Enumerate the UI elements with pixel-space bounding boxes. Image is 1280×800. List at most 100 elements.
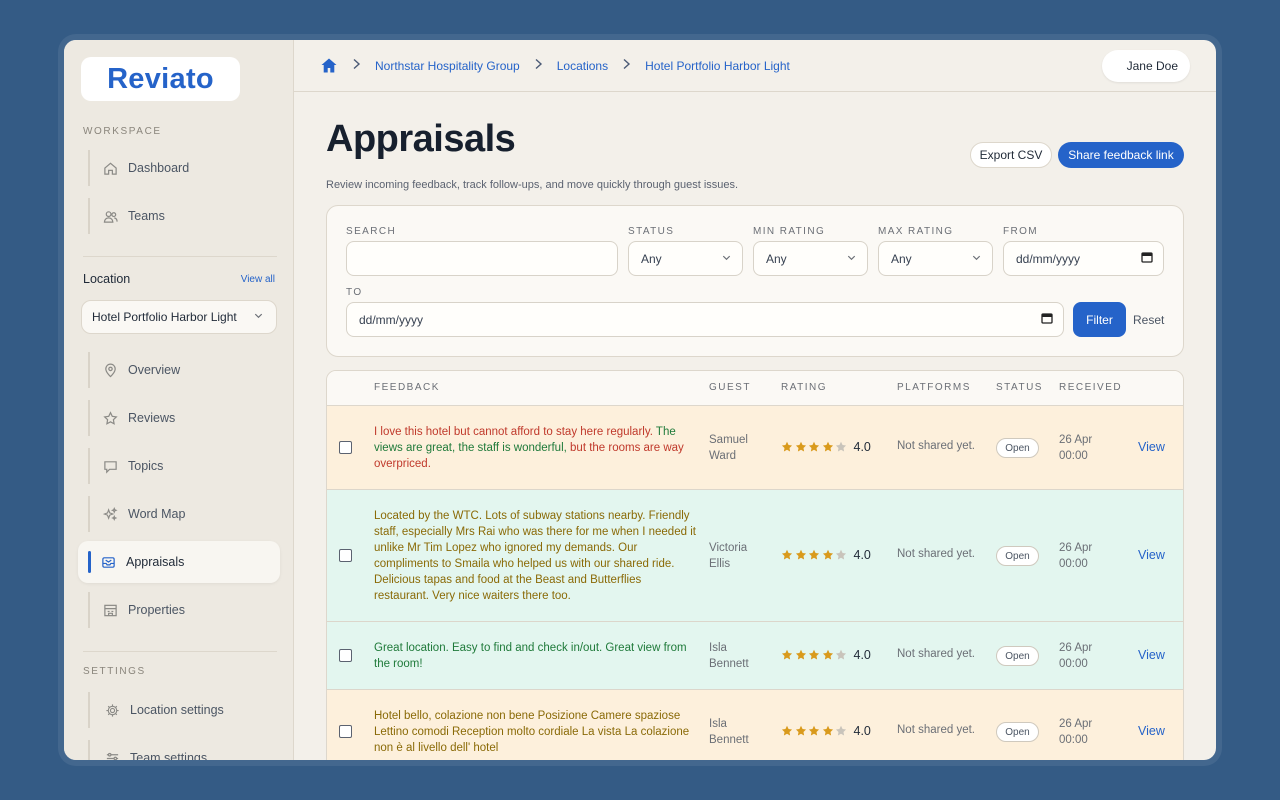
- table-row[interactable]: Great location. Easy to find and check i…: [327, 622, 1183, 690]
- sidebar-divider: [83, 256, 277, 257]
- location-title: Location: [83, 272, 131, 286]
- chevron-down-icon: [253, 310, 264, 324]
- guest-name: Isla Bennett: [709, 718, 749, 746]
- sidebar-item-label: Overview: [128, 363, 181, 377]
- row-checkbox[interactable]: [339, 549, 352, 562]
- share-feedback-link-button[interactable]: Share feedback link: [1058, 142, 1184, 168]
- sidebar-item-label: Appraisals: [126, 555, 185, 569]
- breadcrumb-item[interactable]: Northstar Hospitality Group: [375, 59, 520, 73]
- sidebar-item-team-settings[interactable]: Team settings: [88, 740, 278, 760]
- row-checkbox[interactable]: [339, 725, 352, 738]
- star-filled-icon: [781, 441, 793, 452]
- star-filled-icon: [808, 441, 820, 452]
- breadcrumb-item[interactable]: Hotel Portfolio Harbor Light: [645, 59, 790, 73]
- location-select-value: Hotel Portfolio Harbor Light: [92, 310, 237, 324]
- platforms-text: Not shared yet.: [897, 548, 975, 560]
- gear-icon: [104, 702, 120, 718]
- export-csv-button[interactable]: Export CSV: [970, 142, 1052, 168]
- table-row[interactable]: Located by the WTC. Lots of subway stati…: [327, 490, 1183, 622]
- guest-name: Samuel Ward: [709, 434, 748, 462]
- rating-value: 4.0: [853, 648, 871, 662]
- chevron-right-icon: [534, 58, 543, 73]
- row-checkbox[interactable]: [339, 441, 352, 454]
- chevron-down-icon: [846, 252, 857, 266]
- sidebar-divider: [83, 651, 277, 652]
- column-header-rating[interactable]: RATING: [781, 382, 827, 393]
- status-select[interactable]: Any: [628, 241, 743, 276]
- user-name: Jane Doe: [1126, 59, 1178, 73]
- feedback-segment: Great location. Easy to find and check i…: [374, 642, 687, 670]
- star-filled-icon: [795, 441, 806, 452]
- sidebar-item-overview[interactable]: Overview: [88, 352, 278, 388]
- home-icon[interactable]: [320, 57, 338, 74]
- min-rating-value: Any: [766, 251, 787, 266]
- guest-name: Isla Bennett: [709, 642, 749, 670]
- sidebar-item-location-settings[interactable]: Location settings: [88, 692, 278, 728]
- search-input[interactable]: [346, 241, 618, 276]
- to-date-input[interactable]: dd/mm/yyyy: [346, 302, 1064, 337]
- sidebar-item-dashboard[interactable]: Dashboard: [88, 150, 278, 186]
- table-row[interactable]: I love this hotel but cannot afford to s…: [327, 406, 1183, 490]
- workspace-label: WORKSPACE: [83, 126, 162, 137]
- view-link[interactable]: View: [1138, 724, 1165, 738]
- min-rating-label: MIN RATING: [753, 226, 826, 237]
- sidebar-item-reviews[interactable]: Reviews: [88, 400, 278, 436]
- chevron-right-icon: [622, 58, 631, 73]
- appraisals-table: FEEDBACK GUEST RATING PLATFORMS STATUS R…: [326, 370, 1184, 760]
- column-header-platforms[interactable]: PLATFORMS: [897, 382, 971, 393]
- table-header: FEEDBACK GUEST RATING PLATFORMS STATUS R…: [327, 371, 1183, 406]
- rating-stars: 4.0: [781, 724, 871, 738]
- view-all-link[interactable]: View all: [241, 274, 275, 285]
- breadcrumb-item[interactable]: Locations: [557, 59, 608, 73]
- platforms-text: Not shared yet.: [897, 724, 975, 736]
- sidebar-item-topics[interactable]: Topics: [88, 448, 278, 484]
- app-window: Reviato WORKSPACE Dashboard Teams Locati…: [64, 40, 1216, 760]
- star-empty-icon: [835, 549, 847, 560]
- feedback-segment: Located by the WTC. Lots of subway stati…: [374, 510, 646, 522]
- status-badge: Open: [996, 646, 1039, 666]
- rating-value: 4.0: [853, 548, 871, 562]
- star-filled-icon: [808, 725, 820, 736]
- row-checkbox[interactable]: [339, 649, 352, 662]
- from-date-input[interactable]: dd/mm/yyyy: [1003, 241, 1164, 276]
- filter-button[interactable]: Filter: [1073, 302, 1126, 337]
- star-filled-icon: [795, 549, 806, 560]
- logo[interactable]: Reviato: [81, 57, 240, 101]
- column-header-received[interactable]: RECEIVED: [1059, 382, 1122, 393]
- sidebar-item-properties[interactable]: Properties: [88, 592, 278, 628]
- status-badge: Open: [996, 438, 1039, 458]
- location-select[interactable]: Hotel Portfolio Harbor Light: [81, 300, 277, 334]
- from-label: FROM: [1003, 226, 1039, 237]
- sidebar-item-label: Location settings: [130, 703, 224, 717]
- sidebar-item-word-map[interactable]: Word Map: [88, 496, 278, 532]
- star-filled-icon: [781, 549, 793, 560]
- star-empty-icon: [835, 725, 847, 736]
- min-rating-select[interactable]: Any: [753, 241, 868, 276]
- reset-button[interactable]: Reset: [1133, 313, 1164, 327]
- table-row[interactable]: Hotel bello, colazione non bene Posizion…: [327, 690, 1183, 760]
- sidebar-item-label: Dashboard: [128, 161, 190, 175]
- sidebar-item-appraisals[interactable]: Appraisals: [78, 541, 280, 583]
- column-header-guest[interactable]: GUEST: [709, 382, 751, 393]
- sidebar-item-label: Team settings: [130, 751, 208, 760]
- calendar-icon[interactable]: [1041, 312, 1053, 327]
- settings-label: SETTINGS: [83, 666, 146, 677]
- view-link[interactable]: View: [1138, 440, 1165, 454]
- map-pin-icon: [102, 362, 118, 378]
- sidebar-item-teams[interactable]: Teams: [88, 198, 278, 234]
- star-filled-icon: [795, 725, 806, 736]
- column-header-feedback[interactable]: FEEDBACK: [374, 382, 440, 393]
- table-body: I love this hotel but cannot afford to s…: [327, 406, 1183, 760]
- feedback-text: I love this hotel but cannot afford to s…: [374, 424, 696, 472]
- star-filled-icon: [822, 441, 833, 452]
- calendar-icon[interactable]: [1141, 251, 1153, 266]
- view-link[interactable]: View: [1138, 648, 1165, 662]
- user-menu[interactable]: Jane Doe: [1102, 50, 1190, 82]
- view-link[interactable]: View: [1138, 548, 1165, 562]
- chat-icon: [102, 458, 118, 474]
- star-empty-icon: [835, 649, 847, 660]
- column-header-status[interactable]: STATUS: [996, 382, 1043, 393]
- max-rating-select[interactable]: Any: [878, 241, 993, 276]
- top-bar: Northstar Hospitality Group Locations Ho…: [294, 40, 1216, 92]
- feedback-segment: I love this hotel but cannot afford to s…: [374, 426, 653, 438]
